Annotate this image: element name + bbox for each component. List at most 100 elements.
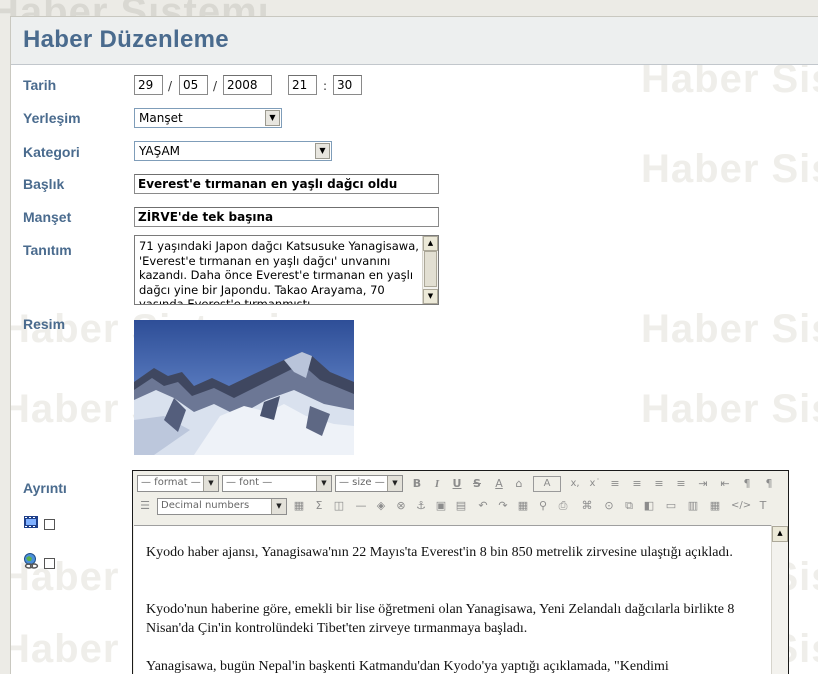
chevron-down-icon[interactable]: ▼ — [315, 143, 330, 159]
spellcheck-icon[interactable]: ⌘ — [579, 498, 595, 514]
link-icon[interactable] — [23, 553, 39, 569]
abbr-icon[interactable]: ◫ — [331, 498, 347, 514]
preview-icon[interactable]: ▥ — [685, 498, 701, 514]
time-separator: : — [323, 79, 328, 93]
editor-paragraph: Kyodo'nun haberine göre, emekli bir lise… — [146, 602, 735, 636]
list-icon[interactable]: ☰ — [137, 498, 153, 514]
link-checkbox[interactable] — [44, 558, 55, 569]
scroll-up-icon[interactable]: ▲ — [423, 236, 438, 251]
superscript-icon[interactable]: x˙ — [587, 476, 603, 492]
align-center-icon[interactable]: ≡ — [629, 476, 645, 492]
ayrinti-label: Ayrıntı — [23, 480, 67, 496]
watermark-text: Haber Sistemi — [641, 307, 818, 351]
chevron-down-icon[interactable]: ▼ — [271, 499, 286, 514]
size-select[interactable]: — size — ▼ — [335, 475, 403, 492]
scroll-down-icon[interactable]: ▼ — [423, 289, 438, 304]
rtl-icon[interactable]: ¶ — [739, 476, 755, 492]
subscript-icon[interactable]: x, — [567, 476, 583, 492]
table-icon[interactable]: ▦ — [291, 498, 307, 514]
minute-input[interactable] — [333, 75, 362, 95]
media-icon[interactable]: ▤ — [453, 498, 469, 514]
find-icon[interactable]: ⚲ — [535, 498, 551, 514]
list-style-value: Decimal numbers — [161, 500, 250, 511]
tanitim-text: 71 yaşındaki Japon dağcı Katsusuke Yanag… — [139, 239, 419, 305]
highlight-icon[interactable]: ⌂ — [511, 476, 527, 492]
manset-label: Manşet — [23, 209, 72, 225]
chevron-down-icon[interactable]: ▼ — [265, 110, 280, 126]
layout-icon[interactable]: ▦ — [707, 498, 723, 514]
align-justify-icon[interactable]: ≡ — [673, 476, 689, 492]
video-icon[interactable] — [24, 514, 38, 528]
paste-icon[interactable]: ◧ — [641, 498, 657, 514]
date-separator: / — [213, 79, 218, 93]
watermark-text: Haber Sistemi — [641, 387, 818, 431]
underline-icon[interactable]: U — [449, 476, 465, 492]
scroll-up-icon[interactable]: ▲ — [772, 526, 788, 542]
fullscreen-icon[interactable]: ▭ — [663, 498, 679, 514]
edit-panel: Haber Sistemi Haber Sistemi Haber Sistem… — [10, 16, 818, 674]
editor-scrollbar[interactable]: ▲ — [771, 525, 788, 674]
title-bar: Haber Düzenleme — [11, 17, 818, 65]
anchor-icon[interactable]: ⚓ — [413, 498, 429, 514]
picture-icon[interactable]: ▣ — [433, 498, 449, 514]
strikethrough-icon[interactable]: S — [469, 476, 485, 492]
paragraph-icon[interactable]: ¶ — [761, 476, 777, 492]
format-select[interactable]: — format — ▼ — [137, 475, 219, 492]
remove-format-icon[interactable]: A — [533, 476, 561, 492]
year-input[interactable] — [223, 75, 272, 95]
align-right-icon[interactable]: ≡ — [651, 476, 667, 492]
yerlesim-selected-value: Manşet — [139, 111, 183, 125]
text-color-icon[interactable]: A — [491, 476, 507, 492]
scroll-thumb[interactable] — [424, 251, 437, 287]
page-title: Haber Düzenleme — [23, 26, 229, 53]
font-select[interactable]: — font — ▼ — [222, 475, 332, 492]
hour-input[interactable] — [288, 75, 317, 95]
undo-icon[interactable]: ↶ — [475, 498, 491, 514]
resim-label: Resim — [23, 316, 66, 332]
mountain-image — [134, 320, 354, 455]
video-checkbox[interactable] — [44, 519, 55, 530]
kategori-label: Kategori — [23, 144, 80, 160]
italic-icon[interactable]: I — [429, 476, 445, 492]
align-left-icon[interactable]: ≡ — [607, 476, 623, 492]
image-icon[interactable]: ◈ — [373, 498, 389, 514]
yerlesim-select[interactable]: Manşet ▼ — [134, 108, 282, 128]
copy-icon[interactable]: ⧉ — [621, 498, 637, 514]
bold-icon[interactable]: B — [409, 476, 425, 492]
tanitim-label: Tanıtım — [23, 242, 72, 258]
tanitim-textarea[interactable]: 71 yaşındaki Japon dağcı Katsusuke Yanag… — [134, 235, 439, 305]
code-icon[interactable]: ⊙ — [601, 498, 617, 514]
baslik-input[interactable] — [134, 174, 439, 194]
redo-icon[interactable]: ↷ — [495, 498, 511, 514]
kategori-select[interactable]: YAŞAM ▼ — [134, 141, 332, 161]
tanitim-scrollbar[interactable]: ▲ ▼ — [422, 236, 438, 304]
sum-icon[interactable]: Σ — [311, 498, 327, 514]
indent-icon[interactable]: ⇥ — [695, 476, 711, 492]
manset-input[interactable] — [134, 207, 439, 227]
yerlesim-label: Yerleşim — [23, 110, 81, 126]
html-source-icon[interactable]: </> — [731, 498, 751, 514]
month-input[interactable] — [179, 75, 208, 95]
editor-paragraph: Kyodo haber ajansı, Yanagisawa'nın 22 Ma… — [146, 545, 733, 560]
editor-content[interactable]: Kyodo haber ajansı, Yanagisawa'nın 22 Ma… — [134, 525, 771, 674]
link-edit-icon[interactable]: ⊗ — [393, 498, 409, 514]
chevron-down-icon[interactable]: ▼ — [387, 476, 402, 491]
day-input[interactable] — [134, 75, 163, 95]
size-select-value: — size — — [339, 477, 385, 488]
horizontal-rule-icon[interactable]: — — [353, 498, 369, 514]
format-select-value: — format — — [141, 477, 201, 488]
watermark-text: Haber Sistemi — [641, 147, 818, 191]
editor-paragraph: Yanagisawa, bugün Nepal'in başkenti Katm… — [146, 659, 669, 674]
date-separator: / — [168, 79, 173, 93]
print-icon[interactable]: ⎙ — [555, 498, 571, 514]
chevron-down-icon[interactable]: ▼ — [203, 476, 218, 491]
help-icon[interactable]: T — [755, 498, 771, 514]
news-image — [134, 320, 354, 455]
font-select-value: — font — — [226, 477, 273, 488]
outdent-icon[interactable]: ⇤ — [717, 476, 733, 492]
chevron-down-icon[interactable]: ▼ — [316, 476, 331, 491]
baslik-label: Başlık — [23, 176, 65, 192]
tarih-label: Tarih — [23, 77, 57, 93]
select-all-icon[interactable]: ▦ — [515, 498, 531, 514]
list-style-select[interactable]: Decimal numbers ▼ — [157, 498, 287, 515]
